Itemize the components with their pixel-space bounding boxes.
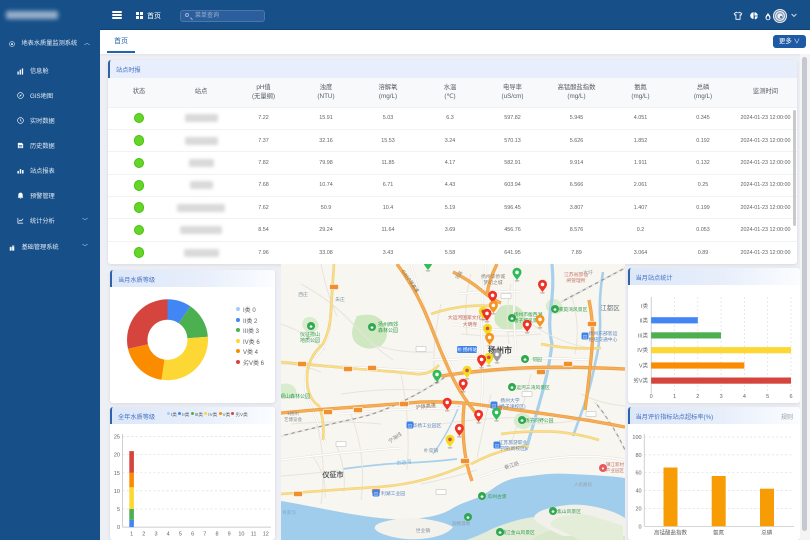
svg-text:氨氮: 氨氮 (713, 529, 725, 537)
svg-text:V类: V类 (638, 362, 648, 370)
svg-text:2: 2 (142, 532, 145, 538)
svg-text:4: 4 (167, 532, 170, 538)
svg-text:艺博览会: 艺博览会 (284, 416, 302, 423)
svg-text:胥家沟: 胥家沟 (282, 509, 296, 516)
svg-text:5: 5 (117, 507, 120, 513)
svg-text:0: 0 (638, 524, 641, 530)
svg-text:0: 0 (117, 525, 120, 531)
svg-text:8: 8 (215, 532, 218, 538)
svg-text:1扬州: 1扬州 (287, 410, 299, 417)
svg-text:60: 60 (635, 471, 641, 477)
svg-text:9: 9 (228, 532, 231, 538)
svg-text:15: 15 (114, 471, 120, 477)
svg-text:4: 4 (742, 394, 745, 400)
svg-text:20: 20 (635, 506, 641, 512)
svg-text:扬州西郊: 扬州西郊 (378, 321, 398, 328)
svg-text:焦山风景区: 焦山风景区 (557, 508, 581, 515)
svg-text:朱庄: 朱庄 (335, 296, 345, 303)
svg-text:3: 3 (719, 394, 722, 400)
svg-text:大明寺: 大明寺 (463, 321, 478, 328)
svg-text:镇江金山风景区: 镇江金山风景区 (501, 529, 535, 536)
svg-text:I类: I类 (640, 302, 648, 310)
svg-text:利湖工业园: 利湖工业园 (381, 490, 405, 497)
svg-text:扬州华侨城: 扬州华侨城 (481, 273, 505, 280)
svg-text:2: 2 (696, 394, 699, 400)
svg-text:12: 12 (263, 532, 269, 538)
svg-text:华扬工业园区: 华扬工业园区 (413, 422, 442, 429)
svg-text:III类: III类 (637, 331, 648, 339)
svg-text:古运河: 古运河 (396, 458, 412, 466)
svg-text:100: 100 (632, 435, 641, 441)
svg-text:◫: ◫ (374, 491, 379, 496)
svg-text:梦幻之城: 梦幻之城 (483, 279, 502, 286)
svg-text:1: 1 (672, 394, 675, 400)
svg-text:森林公园: 森林公园 (378, 327, 398, 334)
svg-text:茱萸湾风景区: 茱萸湾风景区 (559, 306, 588, 313)
svg-text:11: 11 (251, 532, 257, 538)
svg-text:7: 7 (203, 532, 206, 538)
svg-text:5: 5 (766, 394, 769, 400)
svg-text:润扬湿地: 润扬湿地 (452, 520, 470, 527)
svg-text:瓜州古渡: 瓜州古渡 (487, 493, 506, 500)
svg-text:◫: ◫ (583, 334, 588, 339)
svg-text:何园: 何园 (532, 356, 542, 363)
svg-text:西庄: 西庄 (298, 291, 308, 298)
svg-text:学院(新校区): 学院(新校区) (499, 445, 527, 452)
svg-text:80: 80 (635, 453, 641, 459)
svg-text:♥: ♥ (602, 466, 605, 471)
svg-text:总磷: 总磷 (761, 529, 773, 537)
svg-text:扬州东部客运: 扬州东部客运 (589, 330, 618, 337)
svg-text:镇江新材: 镇江新材 (606, 461, 624, 468)
svg-text:运河三湾风景区: 运河三湾风景区 (516, 384, 550, 391)
svg-text:仪征市: 仪征市 (322, 470, 344, 479)
svg-text:江都区: 江都区 (600, 304, 620, 312)
svg-text:地质公园: 地质公园 (300, 337, 320, 344)
svg-text:(扬子津校区): (扬子津校区) (498, 403, 526, 410)
svg-text:20: 20 (114, 453, 120, 459)
svg-text:人民路段: 人民路段 (574, 481, 592, 488)
svg-text:铜山森林公园: 铜山森林公园 (281, 393, 310, 400)
svg-text:3: 3 (154, 532, 157, 538)
svg-text:枢纽交通中心: 枢纽交通中心 (589, 336, 618, 343)
svg-text:扬子问野公园: 扬子问野公园 (525, 417, 554, 424)
svg-text:1: 1 (130, 532, 133, 538)
svg-text:0: 0 (649, 394, 652, 400)
svg-text:40: 40 (635, 489, 641, 495)
svg-text:闸管理所: 闸管理所 (566, 277, 585, 284)
svg-text:江苏省邵仙: 江苏省邵仙 (564, 271, 588, 278)
svg-text:产业园区: 产业园区 (606, 467, 624, 474)
svg-text:6: 6 (789, 394, 792, 400)
svg-text:劣V类: 劣V类 (633, 377, 648, 385)
svg-text:II类: II类 (639, 316, 648, 324)
svg-text:仪征捺山: 仪征捺山 (300, 331, 320, 338)
svg-text:6: 6 (191, 532, 194, 538)
svg-text:世业镇: 世业镇 (416, 527, 431, 534)
svg-text:◫: ◫ (492, 403, 497, 408)
svg-text:IV类: IV类 (637, 346, 648, 354)
svg-text:扬州大学: 扬州大学 (500, 397, 519, 404)
svg-text:江苏旅游职业: 江苏旅游职业 (499, 439, 528, 446)
svg-text:10: 10 (114, 489, 120, 495)
svg-text:Ⓜ 扬州站: Ⓜ 扬州站 (457, 346, 478, 353)
svg-text:25: 25 (114, 435, 120, 441)
svg-text:朴席镇: 朴席镇 (424, 447, 439, 454)
svg-text:高锰酸盐指数: 高锰酸盐指数 (653, 529, 687, 537)
svg-text:10: 10 (238, 532, 244, 538)
svg-text:5: 5 (179, 532, 182, 538)
